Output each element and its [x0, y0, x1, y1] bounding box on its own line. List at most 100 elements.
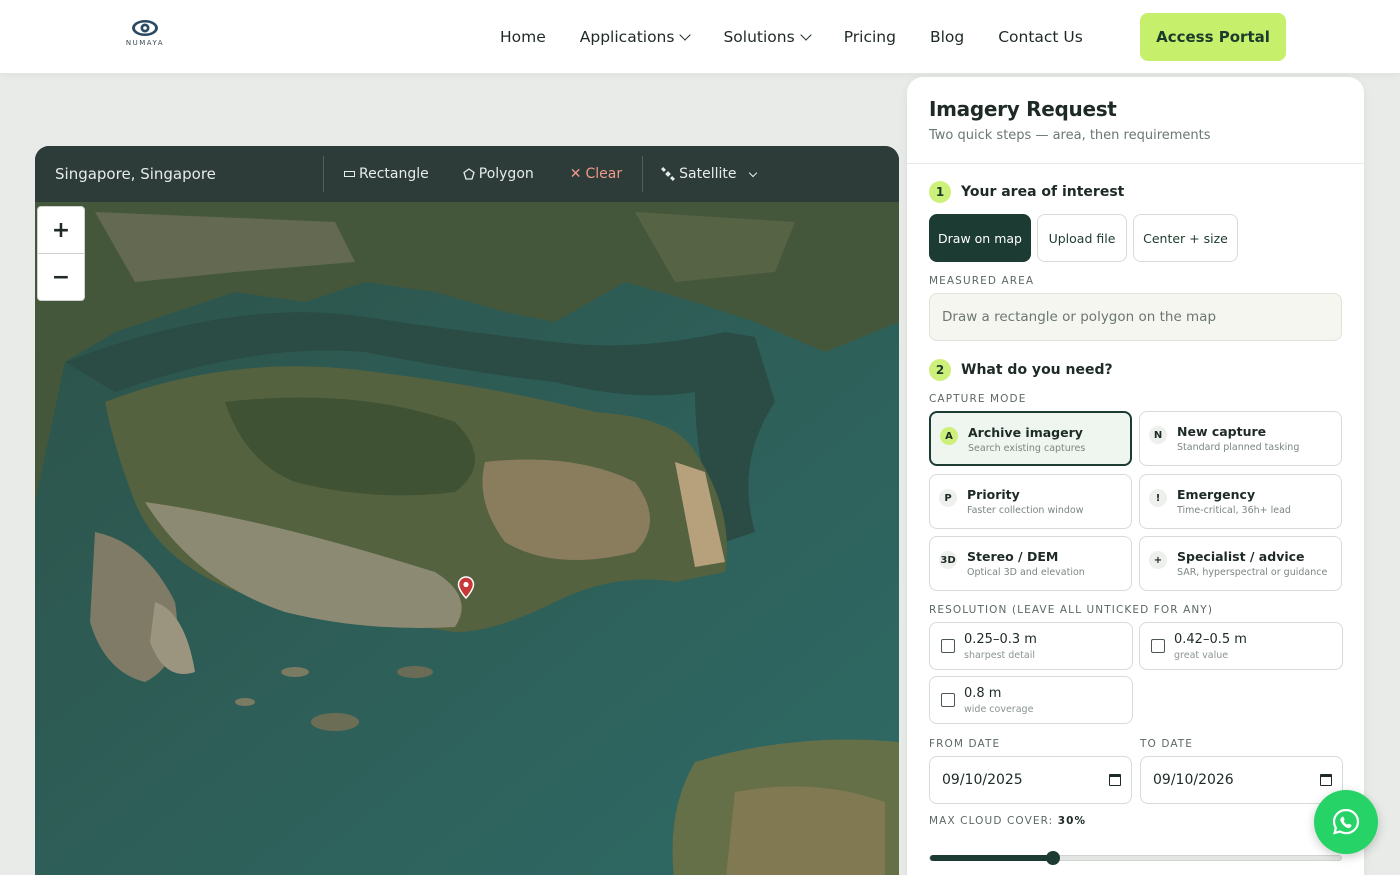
from-date-input[interactable]: 09/10/2025 [929, 756, 1132, 804]
satellite-icon [661, 167, 676, 181]
mode-title: Archive imagery [968, 425, 1083, 440]
measured-area-label: MEASURED AREA [929, 275, 1035, 287]
rectangle-icon [344, 171, 355, 177]
step-1-label: Your area of interest [961, 184, 1125, 200]
access-portal-button[interactable]: Access Portal [1140, 13, 1286, 61]
mode-subtitle: Time-critical, 36h+ lead [1177, 505, 1291, 516]
mode-title: New capture [1177, 424, 1267, 439]
cloud-cover-slider[interactable] [929, 851, 1342, 865]
location-search-input[interactable]: Singapore, Singapore [35, 165, 323, 183]
map-pin-icon[interactable] [457, 576, 475, 600]
to-date-input[interactable]: 09/10/2026 [1140, 756, 1343, 804]
step-2-badge: 2 [929, 359, 951, 381]
calendar-icon[interactable] [1109, 774, 1121, 786]
mode-subtitle: SAR, hyperspectral or guidance [1177, 567, 1328, 578]
chevron-down-icon [800, 28, 812, 41]
layer-select[interactable]: Satellite [661, 166, 758, 182]
mode-specialist-advice[interactable]: + Specialist / advice SAR, hyperspectral… [1139, 536, 1342, 591]
tab-center-size[interactable]: Center + size [1133, 214, 1238, 262]
polygon-tool-label: Polygon [478, 166, 534, 182]
nav-contact[interactable]: Contact Us [998, 28, 1083, 46]
top-nav: NUMAYA Home Applications Solutions Prici… [0, 0, 1400, 74]
resolution-label: RESOLUTION (LEAVE ALL UNTICKED FOR ANY) [929, 604, 1214, 616]
panel-divider [907, 163, 1364, 164]
zoom-control: + − [37, 206, 85, 301]
mode-badge: A [940, 427, 958, 445]
nav-applications[interactable]: Applications [580, 28, 692, 46]
clear-button[interactable]: ✕ Clear [570, 166, 622, 182]
resolution-checkbox[interactable] [1151, 639, 1165, 653]
mode-subtitle: Faster collection window [967, 505, 1084, 516]
step-1-heading: 1 Your area of interest [929, 181, 1124, 203]
nav-home[interactable]: Home [500, 28, 546, 46]
tab-upload-file[interactable]: Upload file [1037, 214, 1127, 262]
nav-links: Home Applications Solutions Pricing Blog… [500, 0, 1117, 74]
resolution-subtitle: great value [1174, 650, 1229, 661]
resolution-title: 0.25–0.3 m [964, 632, 1037, 647]
polygon-tool-button[interactable]: Polygon [462, 166, 534, 182]
resolution-option-0-8[interactable]: 0.8 m wide coverage [929, 676, 1133, 724]
panel-subtitle: Two quick steps — area, then requirement… [929, 128, 1211, 143]
mode-emergency[interactable]: ! Emergency Time-critical, 36h+ lead [1139, 474, 1342, 529]
toolbar-divider [323, 156, 324, 192]
from-date-value: 09/10/2025 [942, 772, 1023, 788]
mode-subtitle: Search existing captures [968, 443, 1086, 454]
measured-area-field: Draw a rectangle or polygon on the map [929, 293, 1342, 341]
resolution-title: 0.8 m [964, 686, 1002, 701]
cloud-cover-label: MAX CLOUD COVER: 30% [929, 815, 1086, 827]
mode-subtitle: Optical 3D and elevation [967, 567, 1085, 578]
mode-title: Priority [967, 487, 1020, 502]
nav-pricing[interactable]: Pricing [844, 28, 896, 46]
resolution-option-0-25[interactable]: 0.25–0.3 m sharpest detail [929, 622, 1133, 670]
nav-pricing-label: Pricing [843, 28, 896, 46]
from-date-label: FROM DATE [929, 738, 1001, 750]
resolution-subtitle: sharpest detail [964, 650, 1035, 661]
whatsapp-icon [1332, 808, 1360, 835]
resolution-checkbox[interactable] [941, 639, 955, 653]
slider-thumb[interactable] [1046, 851, 1061, 865]
zoom-out-button[interactable]: − [38, 254, 84, 301]
mode-priority[interactable]: P Priority Faster collection window [929, 474, 1132, 529]
mode-stereo-dem[interactable]: 3D Stereo / DEM Optical 3D and elevation [929, 536, 1132, 591]
clear-label: Clear [585, 166, 623, 182]
mode-archive-imagery[interactable]: A Archive imagery Search existing captur… [929, 411, 1132, 466]
step-2-label: What do you need? [961, 362, 1113, 378]
capture-mode-label: CAPTURE MODE [929, 393, 1027, 405]
chevron-down-icon [749, 168, 758, 177]
nav-solutions[interactable]: Solutions [723, 28, 812, 46]
resolution-subtitle: wide coverage [964, 704, 1034, 715]
map-container: Singapore, Singapore Rectangle Polygon ✕… [35, 146, 899, 875]
polygon-icon [462, 168, 475, 180]
mode-new-capture[interactable]: N New capture Standard planned tasking [1139, 411, 1342, 466]
resolution-checkbox[interactable] [941, 693, 955, 707]
to-date-label: TO DATE [1140, 738, 1194, 750]
step-2-heading: 2 What do you need? [929, 359, 1113, 381]
calendar-icon[interactable] [1320, 774, 1332, 786]
mode-badge: N [1149, 426, 1167, 444]
slider-fill [930, 855, 1054, 861]
mode-title: Specialist / advice [1177, 549, 1305, 564]
whatsapp-button[interactable] [1314, 790, 1378, 854]
brand-logo[interactable]: NUMAYA [118, 18, 172, 52]
cloud-cover-label-text: MAX CLOUD COVER: [929, 815, 1054, 827]
rectangle-tool-button[interactable]: Rectangle [344, 166, 429, 182]
logo-text: NUMAYA [125, 39, 165, 47]
panel-title: Imagery Request [929, 97, 1117, 121]
toolbar-divider [642, 156, 644, 192]
cloud-cover-value: 30% [1057, 815, 1087, 827]
to-date-value: 09/10/2026 [1153, 772, 1234, 788]
satellite-map[interactable] [35, 202, 899, 875]
mode-badge: 3D [939, 551, 957, 569]
mode-badge: P [939, 489, 957, 507]
layer-select-label: Satellite [679, 166, 737, 182]
nav-blog[interactable]: Blog [930, 28, 964, 46]
tab-draw-on-map[interactable]: Draw on map [929, 214, 1031, 262]
nav-solutions-label: Solutions [723, 28, 795, 46]
close-icon: ✕ [569, 166, 582, 182]
nav-blog-label: Blog [929, 28, 965, 46]
zoom-in-button[interactable]: + [38, 207, 84, 254]
imagery-request-panel: Imagery Request Two quick steps — area, … [907, 77, 1364, 875]
chevron-down-icon [679, 28, 692, 41]
resolution-title: 0.42–0.5 m [1174, 632, 1247, 647]
resolution-option-0-42[interactable]: 0.42–0.5 m great value [1139, 622, 1343, 670]
